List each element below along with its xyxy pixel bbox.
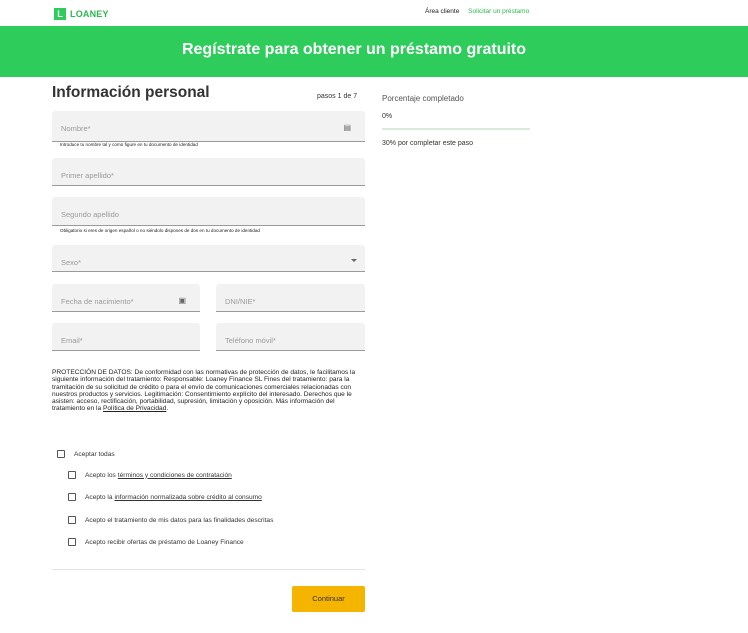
nombre-field-label: Nombre* <box>61 124 91 133</box>
calendar-icon[interactable]: ▣ <box>178 296 186 305</box>
telefono-label: Teléfono móvil* <box>225 336 276 345</box>
section-title: Información personal <box>52 84 210 101</box>
progress-bar <box>382 128 530 130</box>
accept-offers-label: Acepto recibir ofertas de préstamo de Lo… <box>85 538 244 546</box>
accept-terms-label: Acepto los <box>85 471 116 479</box>
dropdown-arrow-icon <box>351 259 357 262</box>
nav-solicitar-link[interactable]: Solicitar un préstamo <box>468 8 529 15</box>
accept-data-label: Acepto el tratamiento de mis datos para … <box>85 516 274 524</box>
dni-nie-field[interactable]: DNI/NIE* <box>216 284 365 312</box>
privacy-text: PROTECCIÓN DE DATOS: De conformidad con … <box>52 369 356 413</box>
nav-area-cliente-link[interactable]: Área cliente <box>425 8 459 15</box>
accept-all-row[interactable]: Aceptar todas <box>57 450 115 458</box>
email-field[interactable]: Email* <box>52 323 200 351</box>
sexo-select[interactable]: Sexo* <box>52 245 365 272</box>
continue-button[interactable]: Continuar <box>292 586 365 612</box>
accept-info-row[interactable]: Acepto la información normalizada sobre … <box>68 493 264 501</box>
progress-note: 30% por completar este paso <box>382 140 474 147</box>
terms-link[interactable]: términos y condiciones de contratación <box>118 472 232 479</box>
privacy-text-end: . <box>166 405 169 413</box>
fecha-nacimiento-field[interactable]: Fecha de nacimiento* ▣ <box>52 284 200 312</box>
fecha-nacimiento-label: Fecha de nacimiento* <box>61 297 134 306</box>
segundo-apellido-field[interactable]: Segundo apellido <box>52 197 365 226</box>
dni-nie-label: DNI/NIE* <box>225 297 256 306</box>
segundo-apellido-helper-text: Obligatorio si eres de origen español o … <box>60 228 260 233</box>
hero-banner: Regístrate para obtener un préstamo grat… <box>0 26 748 77</box>
sexo-label: Sexo* <box>61 258 82 267</box>
accept-offers-row[interactable]: Acepto recibir ofertas de préstamo de Lo… <box>68 538 244 546</box>
accept-info-label: Acepto la <box>85 493 113 501</box>
accept-terms-row[interactable]: Acepto los términos y condiciones de con… <box>68 471 234 479</box>
primer-apellido-field[interactable]: Primer apellido* <box>52 158 365 186</box>
segundo-apellido-label: Segundo apellido <box>61 210 119 219</box>
logo-text: LOANEY <box>70 9 109 19</box>
telefono-field[interactable]: Teléfono móvil* <box>216 323 365 351</box>
top-bar: L LOANEY Área cliente Solicitar un prést… <box>0 0 748 26</box>
logo[interactable]: L LOANEY <box>54 8 109 20</box>
logo-mark-icon: L <box>54 8 66 20</box>
top-nav: Área cliente Solicitar un préstamo <box>425 8 529 15</box>
nombre-field[interactable]: Nombre* ▤ <box>52 111 365 142</box>
accept-all-checkbox[interactable] <box>57 450 65 458</box>
progress-value: 0% <box>382 113 393 120</box>
id-card-icon: ▤ <box>343 123 351 132</box>
privacy-notice: PROTECCIÓN DE DATOS: De conformidad con … <box>52 369 368 413</box>
credit-info-link[interactable]: información normalizada sobre crédito al… <box>115 494 262 501</box>
accept-info-checkbox[interactable] <box>68 493 76 501</box>
progress-label: Porcentaje completado <box>382 94 464 103</box>
privacy-policy-link[interactable]: Política de Privacidad <box>103 405 166 412</box>
email-label: Email* <box>61 336 83 345</box>
form-divider <box>52 569 365 570</box>
accept-terms-checkbox[interactable] <box>68 471 76 479</box>
accept-offers-checkbox[interactable] <box>68 538 76 546</box>
nombre-helper-text: Introduce tu nombre tal y como figure en… <box>60 142 198 147</box>
accept-all-label: Aceptar todas <box>74 450 115 458</box>
primer-apellido-label: Primer apellido* <box>61 171 114 180</box>
step-counter: pasos 1 de 7 <box>317 93 358 100</box>
accept-data-row[interactable]: Acepto el tratamiento de mis datos para … <box>68 516 273 524</box>
banner-title: Regístrate para obtener un préstamo grat… <box>181 41 527 58</box>
accept-data-checkbox[interactable] <box>68 516 76 524</box>
